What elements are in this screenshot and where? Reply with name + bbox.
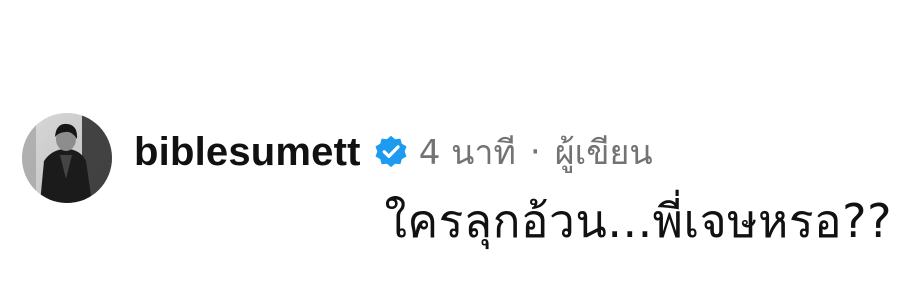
- verified-badge-icon: [373, 134, 409, 170]
- comment-text: ใครลุกอ้วน...พี่เจษหรอ??: [384, 194, 892, 248]
- comment-header: biblesumett 4 นาที · ผู้เขียน: [134, 125, 653, 179]
- comment-meta: 4 นาที · ผู้เขียน: [419, 125, 653, 179]
- author-label: ผู้เขียน: [554, 133, 653, 173]
- comment-time: 4 นาที: [418, 133, 516, 173]
- username[interactable]: biblesumett: [134, 130, 361, 175]
- comment-item: biblesumett 4 นาที · ผู้เขียน ใครลุกอ้วน…: [22, 113, 892, 253]
- avatar-photo: [22, 113, 112, 203]
- meta-separator: ·: [529, 132, 541, 172]
- avatar[interactable]: [22, 113, 112, 203]
